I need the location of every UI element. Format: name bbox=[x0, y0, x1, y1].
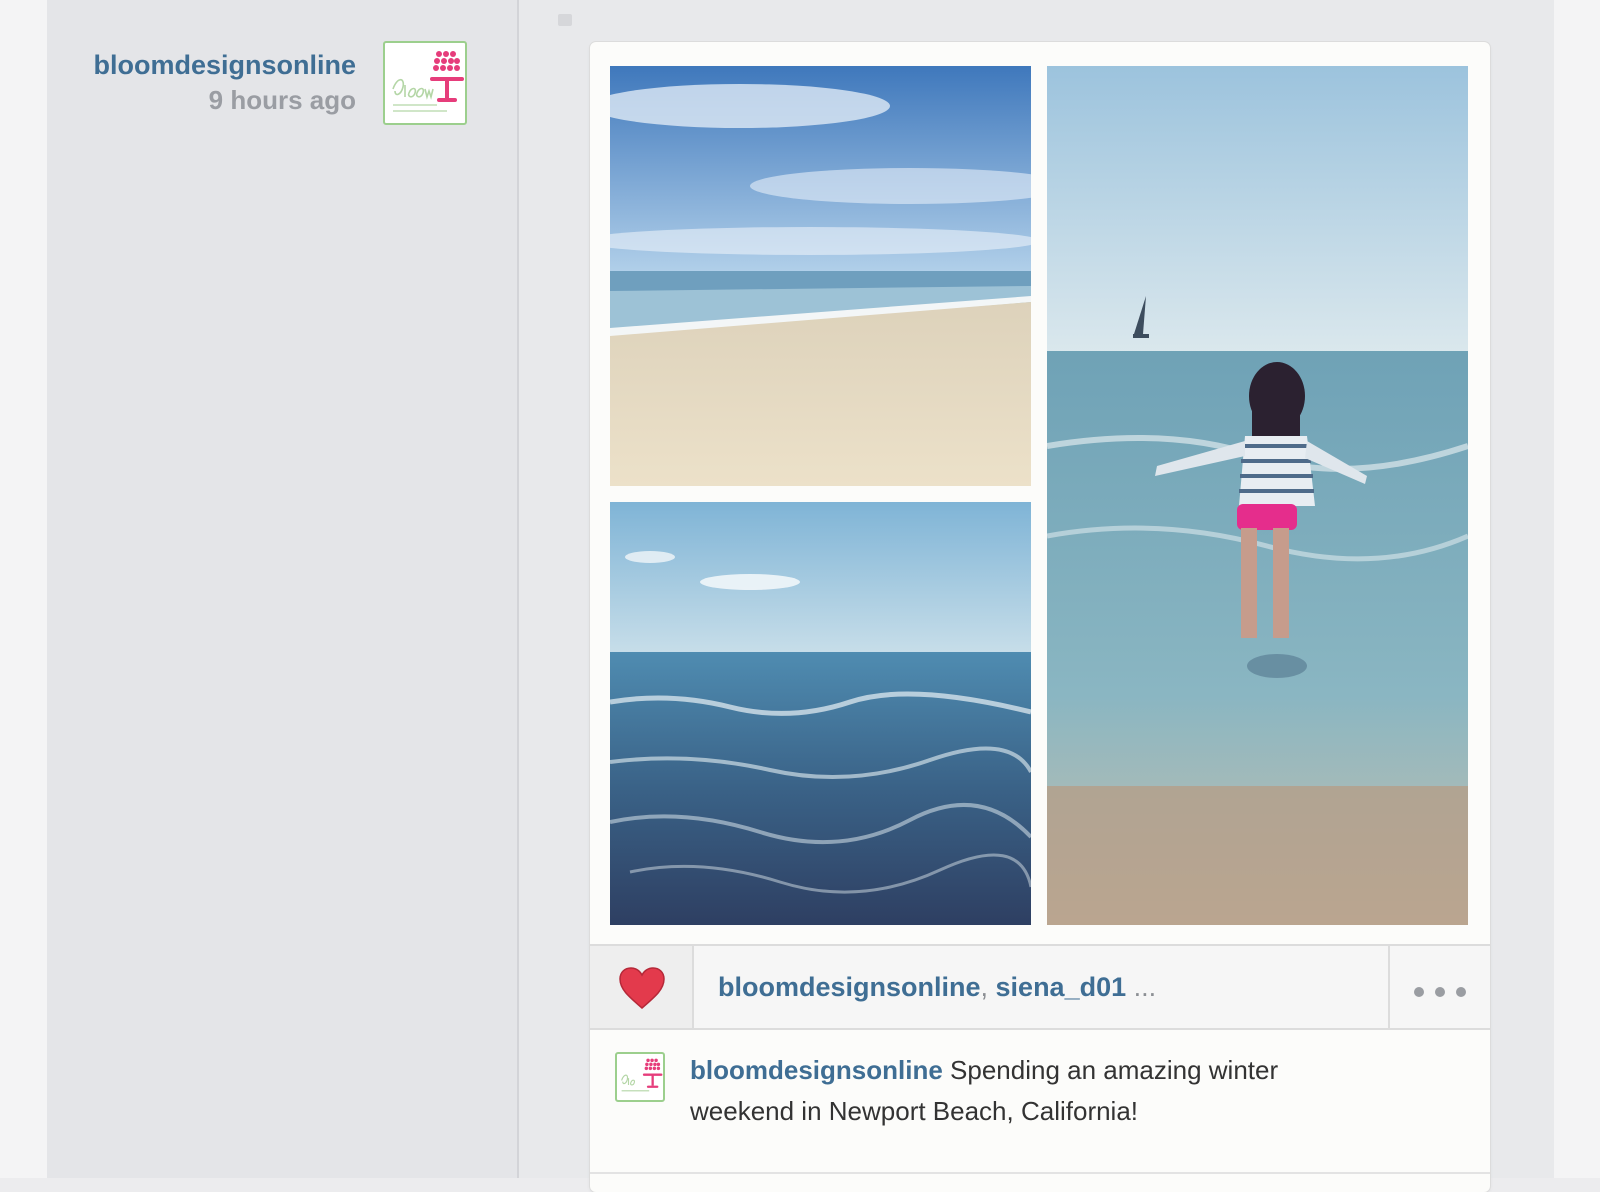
post-timestamp: 9 hours ago bbox=[208, 85, 356, 115]
bloom-logo-icon bbox=[621, 1058, 663, 1092]
post-meta-column bbox=[47, 0, 519, 1178]
liker-separator: , bbox=[980, 972, 996, 1002]
caption-text: bloomdesignsonline Spending an amazing w… bbox=[690, 1050, 1370, 1132]
post-card: bloomdesignsonline, siena_d01 ... bloomd… bbox=[590, 42, 1490, 1192]
more-dots-icon bbox=[1414, 984, 1477, 1002]
like-button[interactable] bbox=[590, 946, 694, 1028]
caption-avatar[interactable] bbox=[615, 1052, 665, 1102]
heart-icon bbox=[619, 967, 665, 1009]
caption-section: bloomdesignsonline Spending an amazing w… bbox=[590, 1030, 1490, 1174]
post-author-link[interactable]: bloomdesignsonline bbox=[93, 50, 356, 81]
likers-list: bloomdesignsonline, siena_d01 ... bbox=[718, 972, 1156, 1003]
beach-photo[interactable] bbox=[610, 66, 1031, 486]
liker-link[interactable]: bloomdesignsonline bbox=[718, 972, 981, 1002]
like-bar: bloomdesignsonline, siena_d01 ... bbox=[590, 944, 1490, 1030]
outer-margin-left bbox=[0, 0, 47, 1178]
more-options-button[interactable] bbox=[1388, 946, 1490, 1028]
caption-username-link[interactable]: bloomdesignsonline bbox=[690, 1055, 943, 1085]
author-avatar[interactable] bbox=[383, 41, 467, 125]
bloom-logo-icon bbox=[392, 51, 464, 112]
outer-margin-right bbox=[1554, 0, 1600, 1178]
corner-mark bbox=[558, 14, 572, 26]
liker-link[interactable]: siena_d01 bbox=[996, 972, 1127, 1002]
ocean-photo[interactable] bbox=[610, 502, 1031, 925]
girl-at-sea-photo[interactable] bbox=[1047, 66, 1468, 925]
more-likers-ellipsis[interactable]: ... bbox=[1134, 972, 1157, 1002]
